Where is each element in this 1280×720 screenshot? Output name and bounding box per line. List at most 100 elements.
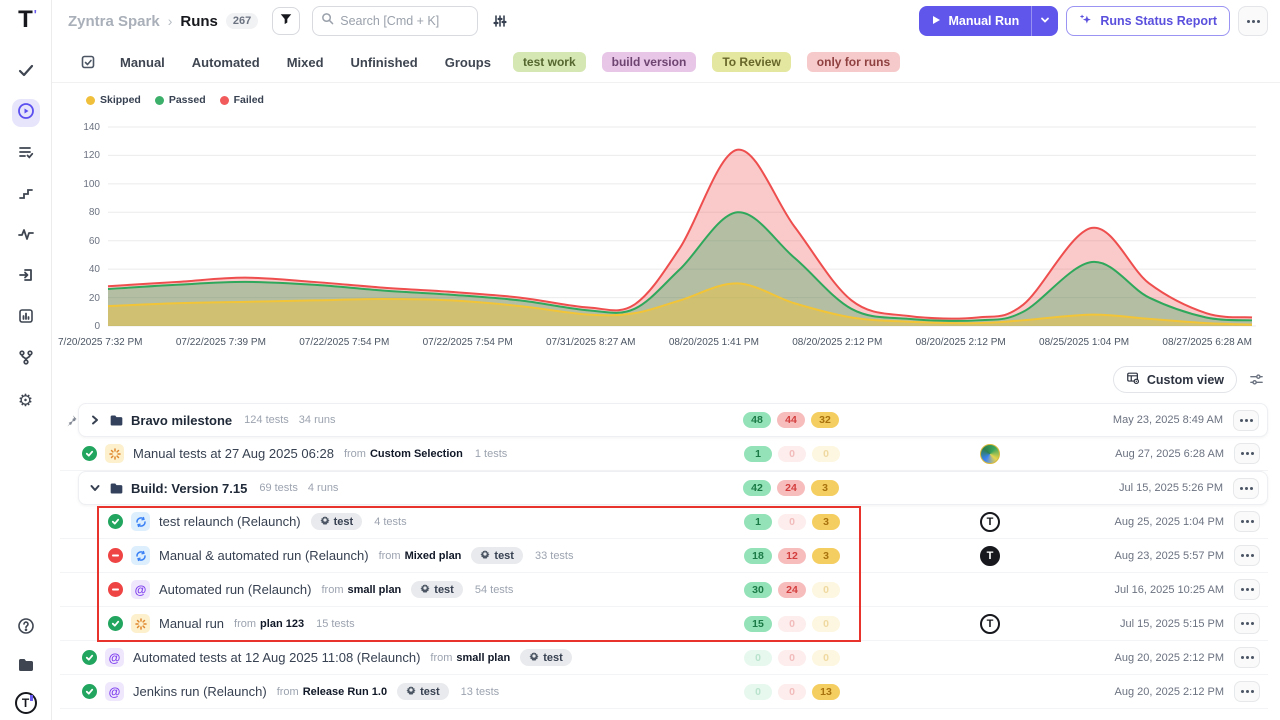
sidebar-item-plans[interactable] (12, 140, 40, 168)
from-label: from (344, 448, 366, 460)
from-plan-name[interactable]: plan 123 (260, 618, 304, 630)
sidebar-item-settings[interactable]: ⚙ (12, 386, 40, 414)
row-more-button[interactable] (1234, 579, 1260, 600)
header-more-button[interactable] (1238, 6, 1268, 36)
run-row[interactable]: @Jenkins run (Relaunch)fromRelease Run 1… (60, 675, 1268, 709)
breadcrumb-project[interactable]: Zyntra Spark (68, 13, 160, 30)
view-settings-icon[interactable] (1249, 372, 1264, 387)
run-title[interactable]: Manual run (159, 616, 224, 631)
sidebar-item-analytics[interactable] (12, 181, 40, 209)
run-title[interactable]: Automated run (Relaunch) (159, 582, 311, 597)
run-row[interactable]: Manual runfromplan 12315 tests1500TJul 1… (60, 607, 1268, 641)
result-badges: 103 (744, 514, 840, 530)
from-plan-name[interactable]: Custom Selection (370, 448, 463, 460)
profile-avatar[interactable]: T (15, 692, 37, 714)
status-passed-icon (82, 446, 97, 461)
runs-status-report-button[interactable]: Runs Status Report (1066, 6, 1230, 36)
run-row[interactable]: @ Automated run (Relaunch) from small plan t… (60, 573, 1268, 607)
run-title[interactable]: Manual & automated run (Relaunch) (159, 548, 369, 563)
failed-badge: 0 (778, 616, 806, 632)
sidebar-item-runs[interactable] (12, 99, 40, 127)
run-tag[interactable]: test (311, 513, 363, 530)
custom-view-button[interactable]: Custom view (1113, 366, 1237, 393)
run-title[interactable]: Manual tests at 27 Aug 2025 06:28 (133, 446, 334, 461)
run-title[interactable]: Automated tests at 12 Aug 2025 11:08 (Re… (133, 650, 420, 665)
tab-groups[interactable]: Groups (445, 55, 491, 70)
x-tick-label: 07/31/2025 8:27 AM (546, 337, 636, 348)
chevron-down-icon[interactable] (89, 482, 107, 494)
manual-run-dropdown[interactable] (1031, 6, 1058, 36)
tag-gear-icon (406, 685, 416, 698)
run-tag[interactable]: test (397, 683, 449, 700)
row-more-button[interactable] (1234, 613, 1260, 634)
tab-manual[interactable]: Manual (120, 55, 165, 70)
group-row[interactable]: Build: Version 7.1569 tests4 runs42243Ju… (78, 471, 1268, 505)
run-type-cycle-icon (131, 512, 150, 531)
run-type-at-icon: @ (131, 580, 150, 599)
run-tag[interactable]: test (471, 547, 523, 564)
skipped-badge: 32 (811, 412, 839, 428)
run-date: Jul 15, 2025 5:26 PM (1063, 482, 1223, 494)
run-tests-count: 15 tests (316, 618, 355, 630)
projects-button[interactable] (12, 653, 40, 681)
avatar: T (980, 546, 1000, 566)
from-label: from (321, 584, 343, 596)
filter-tag[interactable]: To Review (712, 52, 790, 72)
legend-item: Failed (220, 94, 264, 106)
row-more-button[interactable] (1233, 478, 1259, 499)
tag-gear-icon (480, 549, 490, 562)
run-tag[interactable]: test (520, 649, 572, 666)
group-row[interactable]: Bravo milestone124 tests34 runs484432May… (78, 403, 1268, 437)
from-plan-name[interactable]: small plan (456, 652, 510, 664)
run-row[interactable]: test relaunch (Relaunch)test4 tests103TA… (60, 505, 1268, 539)
chevron-right-icon[interactable] (89, 414, 107, 426)
run-title[interactable]: Jenkins run (Relaunch) (133, 684, 267, 699)
manual-run-button[interactable]: Manual Run (919, 6, 1058, 36)
run-title[interactable]: test relaunch (Relaunch) (159, 514, 301, 529)
board-icon[interactable] (80, 54, 96, 70)
passed-badge: 1 (744, 514, 772, 530)
filter-tag[interactable]: build version (602, 52, 697, 72)
group-tests-count: 69 tests (259, 482, 298, 494)
from-plan-name[interactable]: Mixed plan (405, 550, 462, 562)
tab-automated[interactable]: Automated (192, 55, 260, 70)
result-badges: 484432 (743, 412, 839, 428)
tab-unfinished[interactable]: Unfinished (351, 55, 418, 70)
legend-dot (86, 96, 95, 105)
tab-mixed[interactable]: Mixed (287, 55, 324, 70)
app-logo[interactable]: T' (18, 8, 33, 32)
row-more-button[interactable] (1234, 647, 1260, 668)
row-more-button[interactable] (1234, 545, 1260, 566)
result-badges: 100 (744, 446, 840, 462)
row-more-button[interactable] (1234, 511, 1260, 532)
filter-tags: test work build version To Review only for … (513, 52, 900, 72)
status-failed-icon (108, 582, 123, 597)
run-row[interactable]: @Automated tests at 12 Aug 2025 11:08 (R… (60, 641, 1268, 675)
filter-tag[interactable]: only for runs (807, 52, 900, 72)
sidebar-item-pulse[interactable] (12, 222, 40, 250)
row-more-button[interactable] (1233, 410, 1259, 431)
adjustments-icon[interactable] (492, 13, 508, 29)
sidebar-item-import[interactable] (12, 263, 40, 291)
sidebar-item-reports[interactable] (12, 304, 40, 332)
help-button[interactable] (12, 614, 40, 642)
filter-button[interactable] (272, 7, 300, 35)
row-more-button[interactable] (1234, 443, 1260, 464)
chevron-down-icon (1040, 12, 1050, 30)
legend-label: Failed (234, 94, 264, 106)
sidebar-item-tests[interactable] (12, 58, 40, 86)
run-tag[interactable]: test (411, 581, 463, 598)
run-type-cycle-icon (131, 546, 150, 565)
run-row[interactable]: Manual tests at 27 Aug 2025 06:28 from Cus… (60, 437, 1268, 471)
group-title: Bravo milestone (131, 413, 232, 428)
search-box[interactable] (312, 6, 478, 36)
filter-tag[interactable]: test work (513, 52, 586, 72)
failed-badge: 24 (777, 480, 805, 496)
from-plan-name[interactable]: small plan (347, 584, 401, 596)
from-plan-name[interactable]: Release Run 1.0 (303, 686, 387, 698)
row-more-button[interactable] (1234, 681, 1260, 702)
sidebar-item-branches[interactable] (12, 345, 40, 373)
search-input[interactable] (340, 14, 460, 28)
failed-badge: 0 (778, 650, 806, 666)
run-row[interactable]: Manual & automated run (Relaunch)fromMix… (60, 539, 1268, 573)
